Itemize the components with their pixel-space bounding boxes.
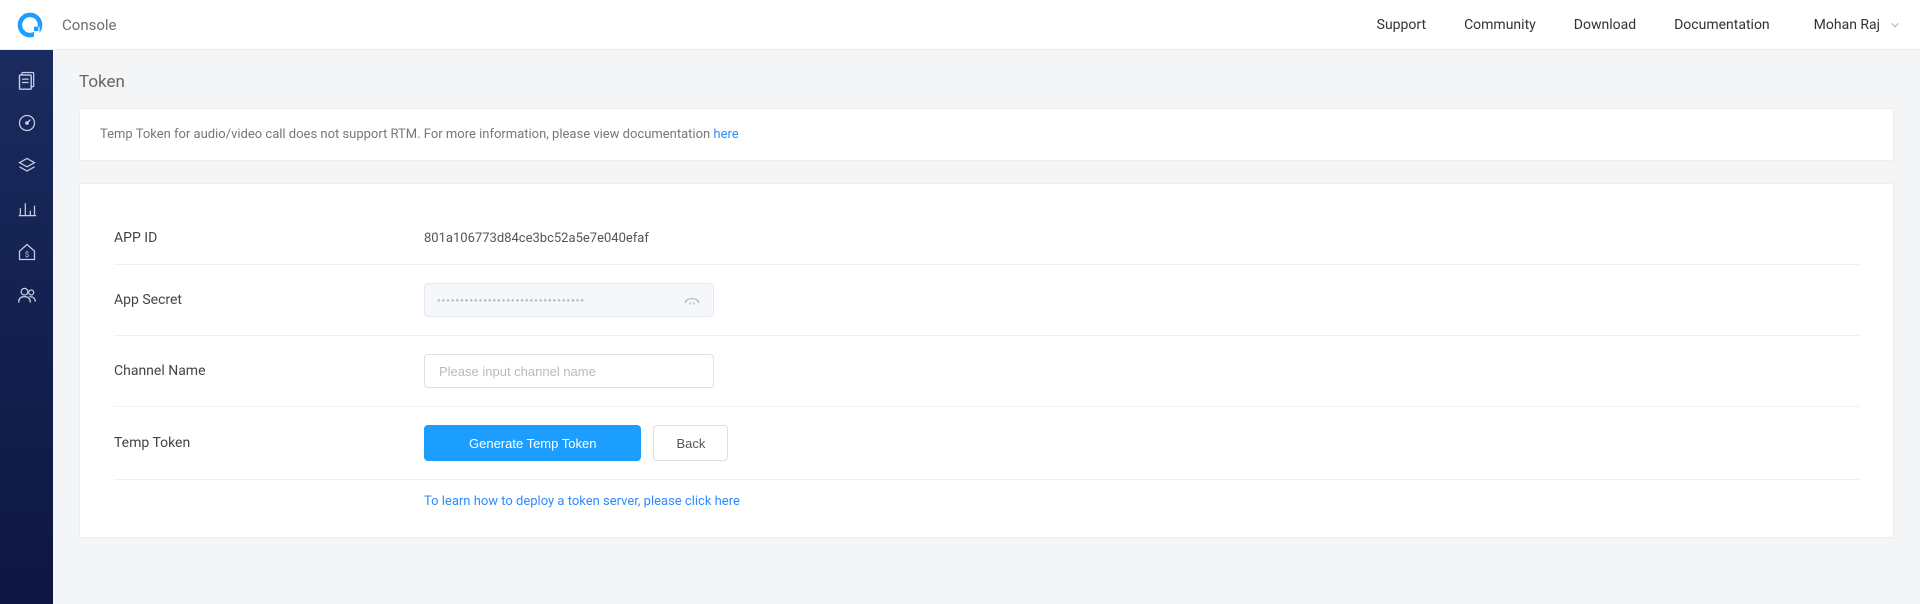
row-help-link: To learn how to deploy a token server, p… <box>114 480 1859 527</box>
eye-toggle-icon[interactable] <box>683 291 701 309</box>
info-banner: Temp Token for audio/video call does not… <box>79 108 1894 161</box>
members-icon[interactable] <box>17 285 37 305</box>
deploy-token-server-link[interactable]: To learn how to deploy a token server, p… <box>424 494 740 509</box>
generate-temp-token-button[interactable]: Generate Temp Token <box>424 425 641 461</box>
svg-text:$: $ <box>24 250 28 259</box>
top-header: Console Support Community Download Docum… <box>0 0 1920 50</box>
page-title: Token <box>79 72 1894 92</box>
nav-community[interactable]: Community <box>1464 17 1536 33</box>
app-id-label: APP ID <box>114 230 424 246</box>
app-secret-label: App Secret <box>114 292 424 308</box>
row-app-id: APP ID 801a106773d84ce3bc52a5e7e040efaf <box>114 212 1859 265</box>
nav-download[interactable]: Download <box>1574 17 1636 33</box>
gauge-icon[interactable] <box>17 113 37 133</box>
row-channel-name: Channel Name <box>114 336 1859 407</box>
sidebar: $ <box>0 50 53 604</box>
brand-logo-icon <box>16 11 44 39</box>
info-banner-link[interactable]: here <box>713 127 738 142</box>
button-row: Generate Temp Token Back <box>424 425 728 461</box>
projects-icon[interactable] <box>17 70 37 90</box>
nav-documentation[interactable]: Documentation <box>1674 17 1770 33</box>
billing-icon[interactable]: $ <box>17 242 37 262</box>
form-card: APP ID 801a106773d84ce3bc52a5e7e040efaf … <box>79 183 1894 538</box>
layout: $ Token Temp Token for audio/video call … <box>0 50 1920 604</box>
app-secret-box: ●●●●●●●●●●●●●●●●●●●●●●●●●●●●●●●● <box>424 283 714 317</box>
user-menu[interactable]: Mohan Raj <box>1814 17 1900 33</box>
analytics-icon[interactable] <box>17 199 37 219</box>
row-app-secret: App Secret ●●●●●●●●●●●●●●●●●●●●●●●●●●●●●… <box>114 265 1859 336</box>
row-temp-token: Temp Token Generate Temp Token Back <box>114 407 1859 480</box>
info-banner-text: Temp Token for audio/video call does not… <box>100 127 713 142</box>
temp-token-label: Temp Token <box>114 435 424 451</box>
nav-support[interactable]: Support <box>1377 17 1426 33</box>
app-secret-mask: ●●●●●●●●●●●●●●●●●●●●●●●●●●●●●●●● <box>437 297 683 304</box>
user-name: Mohan Raj <box>1814 17 1880 33</box>
back-button[interactable]: Back <box>653 425 728 461</box>
console-label: Console <box>62 16 117 34</box>
main-content: Token Temp Token for audio/video call do… <box>53 50 1920 604</box>
chevron-down-icon <box>1890 20 1900 30</box>
top-nav: Support Community Download Documentation… <box>1377 17 1900 33</box>
channel-name-input[interactable] <box>424 354 714 388</box>
channel-name-label: Channel Name <box>114 363 424 379</box>
app-id-value: 801a106773d84ce3bc52a5e7e040efaf <box>424 231 649 246</box>
layers-icon[interactable] <box>17 156 37 176</box>
